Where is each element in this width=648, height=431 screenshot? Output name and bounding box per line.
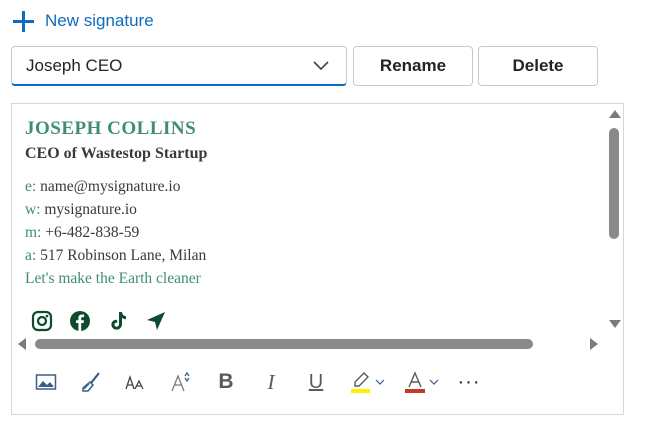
signature-address-line: a: 517 Robinson Lane, Milan <box>25 244 207 267</box>
signature-content: JOSEPH COLLINS CEO of Wastestop Startup … <box>25 118 207 290</box>
scroll-right-arrow[interactable] <box>590 338 598 350</box>
scroll-left-arrow[interactable] <box>18 338 26 350</box>
more-options-button[interactable]: ··· <box>457 368 481 396</box>
plus-icon <box>12 10 34 32</box>
facebook-icon[interactable] <box>69 310 91 332</box>
insert-picture-button[interactable] <box>34 368 58 396</box>
paintbrush-icon <box>82 372 100 392</box>
font-color-dropdown-chevron-icon[interactable] <box>429 378 439 386</box>
location-arrow-icon[interactable] <box>145 310 167 332</box>
web-label: w: <box>25 201 41 218</box>
address-label: a: <box>25 247 37 264</box>
signature-title: CEO of Wastestop Startup <box>25 145 208 162</box>
signature-select[interactable]: Joseph CEO <box>11 46 347 86</box>
underline-button[interactable]: U <box>304 368 328 396</box>
font-color-icon <box>405 371 425 393</box>
horizontal-scrollbar-thumb[interactable] <box>35 339 533 349</box>
more-icon: ··· <box>457 370 481 393</box>
vertical-scrollbar-thumb[interactable] <box>609 128 619 239</box>
signature-address: 517 Robinson Lane, Milan <box>40 247 207 264</box>
scroll-down-arrow[interactable] <box>609 320 621 328</box>
signature-slogan: Let's make the Earth cleaner <box>25 270 201 287</box>
rename-button[interactable]: Rename <box>353 46 473 86</box>
new-signature-label: New signature <box>45 11 154 30</box>
format-painter-button[interactable] <box>79 368 103 396</box>
scroll-up-arrow[interactable] <box>609 110 621 118</box>
highlight-dropdown-chevron-icon[interactable] <box>375 378 385 386</box>
superscript-button[interactable] <box>169 368 193 396</box>
format-toolbar: B I U ··· <box>34 366 502 398</box>
grow-font-icon <box>171 371 190 392</box>
signature-editor[interactable]: JOSEPH COLLINS CEO of Wastestop Startup … <box>11 103 624 415</box>
italic-icon: I <box>267 369 275 394</box>
social-icons <box>31 310 167 332</box>
signature-email: name@mysignature.io <box>40 178 181 195</box>
italic-button[interactable]: I <box>259 368 283 396</box>
highlighter-icon <box>351 372 370 393</box>
picture-icon <box>35 374 57 390</box>
font-size-button[interactable] <box>124 368 148 396</box>
bold-button[interactable]: B <box>214 368 238 396</box>
signature-mobile-line: m: +6-482-838-59 <box>25 221 207 244</box>
delete-button[interactable]: Delete <box>478 46 598 86</box>
signature-name: JOSEPH COLLINS <box>25 118 197 139</box>
email-label: e: <box>25 178 37 195</box>
chevron-down-icon <box>313 61 329 71</box>
instagram-icon[interactable] <box>31 310 53 332</box>
font-color-button[interactable] <box>403 368 427 396</box>
mobile-label: m: <box>25 224 42 241</box>
signature-email-line: e: name@mysignature.io <box>25 175 207 198</box>
signature-web: mysignature.io <box>44 201 137 218</box>
new-signature-button[interactable]: New signature <box>12 8 154 34</box>
underline-icon: U <box>308 370 324 393</box>
signature-select-value: Joseph CEO <box>26 55 123 75</box>
signature-mobile: +6-482-838-59 <box>45 224 140 241</box>
font-size-icon <box>125 374 144 390</box>
highlight-button[interactable] <box>349 368 373 396</box>
tiktok-icon[interactable] <box>107 310 129 332</box>
signature-web-line: w: mysignature.io <box>25 198 207 221</box>
bold-icon: B <box>218 370 234 393</box>
